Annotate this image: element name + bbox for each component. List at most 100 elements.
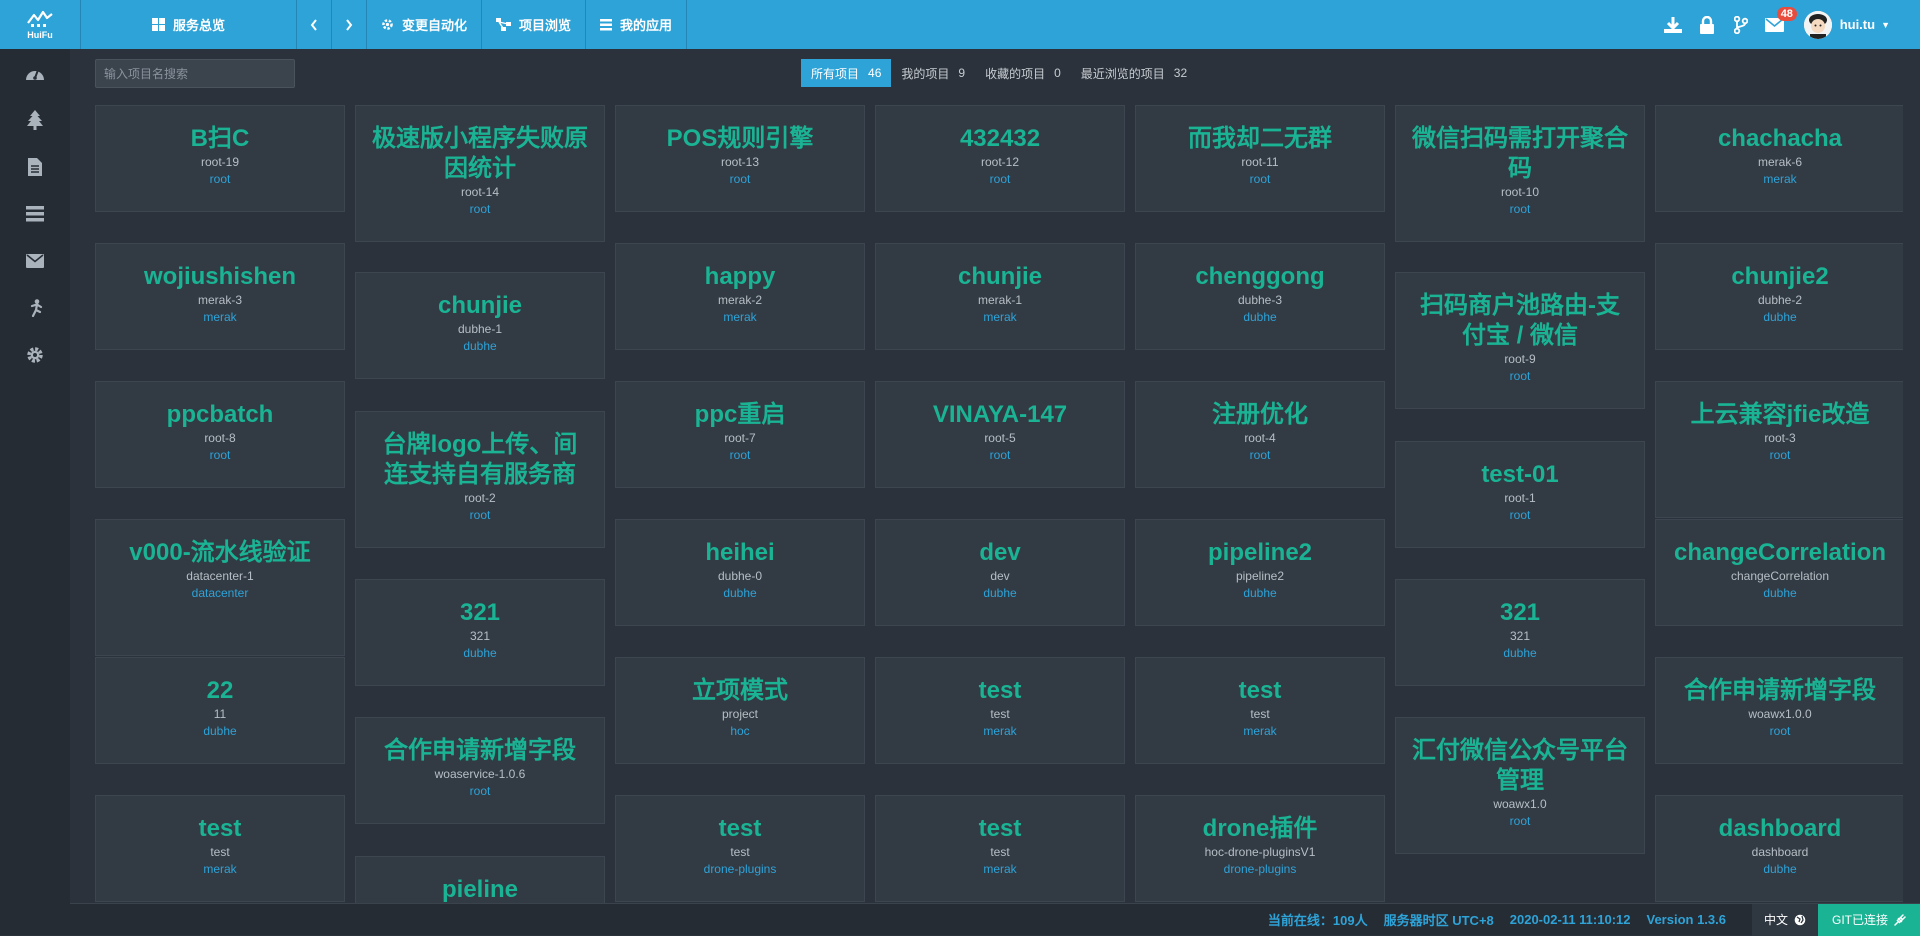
git-connection-status[interactable]: GIT已连接 — [1818, 903, 1920, 936]
project-card[interactable]: 合作申请新增字段 woaservice-1.0.6 root — [355, 717, 605, 824]
language-switch[interactable]: 中文 — [1751, 903, 1818, 936]
sidebar-item-settings[interactable] — [0, 331, 70, 378]
project-group-link[interactable]: root — [1396, 367, 1644, 385]
project-group-link[interactable]: dubhe — [1656, 584, 1903, 602]
project-group-link[interactable]: merak — [96, 860, 344, 878]
project-group-link[interactable]: root — [356, 506, 604, 524]
project-group-link[interactable]: root — [876, 170, 1124, 188]
tab-all-projects[interactable]: 所有项目 46 — [801, 59, 892, 87]
project-card[interactable]: chunjie merak-1 merak — [875, 243, 1125, 350]
nav-forward-button[interactable] — [332, 0, 367, 49]
project-card[interactable]: pipeline2 pipeline2 dubhe — [1135, 519, 1385, 626]
project-group-link[interactable]: drone-plugins — [1136, 860, 1384, 878]
project-group-link[interactable]: merak — [96, 308, 344, 326]
project-group-link[interactable]: dubhe — [1136, 584, 1384, 602]
project-card[interactable]: POS规则引擎 root-13 root — [615, 105, 865, 212]
project-card[interactable]: ppcbatch root-8 root — [95, 381, 345, 488]
project-card[interactable]: test test merak — [875, 657, 1125, 764]
project-card[interactable]: drone插件 hoc-drone-pluginsV1 drone-plugins — [1135, 795, 1385, 902]
project-card[interactable]: 立项模式 project hoc — [615, 657, 865, 764]
project-search-input[interactable] — [95, 59, 295, 88]
tab-recent-projects[interactable]: 最近浏览的项目 32 — [1071, 59, 1197, 87]
sidebar-item-list[interactable] — [0, 190, 70, 237]
project-card[interactable]: dashboard dashboard dubhe — [1655, 795, 1903, 902]
project-group-link[interactable]: drone-plugins — [616, 860, 864, 878]
tab-my-projects[interactable]: 我的项目 9 — [891, 59, 975, 87]
user-menu[interactable]: hui.tu ▼ — [1803, 10, 1890, 39]
project-group-link[interactable]: dubhe — [1136, 308, 1384, 326]
nav-my-apps[interactable]: 我的应用 — [586, 0, 688, 49]
project-card[interactable]: v000-流水线验证 datacenter-1 datacenter — [95, 519, 345, 656]
project-card[interactable]: chunjie dubhe-1 dubhe — [355, 272, 605, 379]
project-group-link[interactable]: merak — [616, 308, 864, 326]
project-group-link[interactable]: dubhe — [616, 584, 864, 602]
sidebar-item-dashboard[interactable] — [0, 49, 70, 96]
project-card[interactable]: 上云兼容jfie改造 root-3 root — [1655, 381, 1903, 518]
project-card[interactable]: ppc重启 root-7 root — [615, 381, 865, 488]
project-group-link[interactable]: root — [1396, 812, 1644, 830]
project-group-link[interactable]: root — [1396, 200, 1644, 218]
project-card[interactable]: 432432 root-12 root — [875, 105, 1125, 212]
project-group-link[interactable]: root — [616, 446, 864, 464]
project-group-link[interactable]: dubhe — [96, 722, 344, 740]
project-group-link[interactable]: root — [96, 446, 344, 464]
project-group-link[interactable]: root — [1396, 506, 1644, 524]
nav-change-automation[interactable]: 变更自动化 — [367, 0, 483, 49]
mail-button[interactable]: 48 — [1758, 0, 1797, 49]
project-group-link[interactable]: root — [356, 200, 604, 218]
project-card[interactable]: 汇付微信公众号平台管理 woawx1.0 root — [1395, 717, 1645, 854]
project-group-link[interactable]: merak — [876, 860, 1124, 878]
project-group-link[interactable]: merak — [876, 308, 1124, 326]
project-card[interactable]: chunjie2 dubhe-2 dubhe — [1655, 243, 1903, 350]
sidebar-item-tree[interactable] — [0, 96, 70, 143]
project-card[interactable]: test-01 root-1 root — [1395, 441, 1645, 548]
project-card[interactable]: 台牌logo上传、间连支持自有服务商 root-2 root — [355, 411, 605, 548]
project-card[interactable]: B扫C root-19 root — [95, 105, 345, 212]
project-card[interactable]: 扫码商户池路由-支付宝 / 微信 root-9 root — [1395, 272, 1645, 409]
project-group-link[interactable]: root — [96, 170, 344, 188]
project-card[interactable]: happy merak-2 merak — [615, 243, 865, 350]
nav-back-button[interactable] — [297, 0, 332, 49]
project-card[interactable]: VINAYA-147 root-5 root — [875, 381, 1125, 488]
project-card[interactable]: 22 11 dubhe — [95, 657, 345, 764]
project-group-link[interactable]: root — [1136, 446, 1384, 464]
project-card[interactable]: 321 321 dubhe — [355, 579, 605, 686]
project-card[interactable]: 注册优化 root-4 root — [1135, 381, 1385, 488]
project-card[interactable]: 合作申请新增字段 woawx1.0.0 root — [1655, 657, 1903, 764]
project-group-link[interactable]: dubhe — [356, 644, 604, 662]
project-card[interactable]: 而我却二无群 root-11 root — [1135, 105, 1385, 212]
project-card[interactable]: pieline — [355, 856, 605, 903]
project-card[interactable]: heihei dubhe-0 dubhe — [615, 519, 865, 626]
nav-service-overview[interactable]: 服务总览 — [81, 0, 297, 49]
project-card[interactable]: chenggong dubhe-3 dubhe — [1135, 243, 1385, 350]
project-card[interactable]: 321 321 dubhe — [1395, 579, 1645, 686]
project-group-link[interactable]: root — [1136, 170, 1384, 188]
project-group-link[interactable]: root — [1656, 446, 1903, 464]
project-group-link[interactable]: datacenter — [96, 584, 344, 602]
project-card[interactable]: 微信扫码需打开聚合码 root-10 root — [1395, 105, 1645, 242]
project-group-link[interactable]: dubhe — [1656, 308, 1903, 326]
project-card[interactable]: test test drone-plugins — [615, 795, 865, 902]
sidebar-item-mail[interactable] — [0, 237, 70, 284]
project-card[interactable]: dev dev dubhe — [875, 519, 1125, 626]
project-group-link[interactable]: merak — [1656, 170, 1903, 188]
project-card[interactable]: test test merak — [95, 795, 345, 902]
project-group-link[interactable]: merak — [1136, 722, 1384, 740]
tab-favorite-projects[interactable]: 收藏的项目 0 — [975, 59, 1071, 87]
project-group-link[interactable]: root — [616, 170, 864, 188]
project-card[interactable]: test test merak — [1135, 657, 1385, 764]
git-branch-button[interactable] — [1724, 0, 1758, 49]
project-group-link[interactable]: dubhe — [876, 584, 1124, 602]
project-group-link[interactable]: dubhe — [356, 337, 604, 355]
project-card[interactable]: changeCorrelation changeCorrelation dubhe — [1655, 519, 1903, 626]
nav-project-browse[interactable]: 项目浏览 — [482, 0, 587, 49]
project-group-link[interactable]: hoc — [616, 722, 864, 740]
project-group-link[interactable]: root — [876, 446, 1124, 464]
sidebar-item-document[interactable] — [0, 143, 70, 190]
project-card[interactable]: test test merak — [875, 795, 1125, 902]
project-group-link[interactable]: merak — [876, 722, 1124, 740]
project-card[interactable]: 极速版小程序失败原因统计 root-14 root — [355, 105, 605, 242]
project-card[interactable]: chachacha merak-6 merak — [1655, 105, 1903, 212]
project-group-link[interactable]: root — [356, 782, 604, 800]
logo[interactable]: HuiFu — [0, 0, 81, 49]
